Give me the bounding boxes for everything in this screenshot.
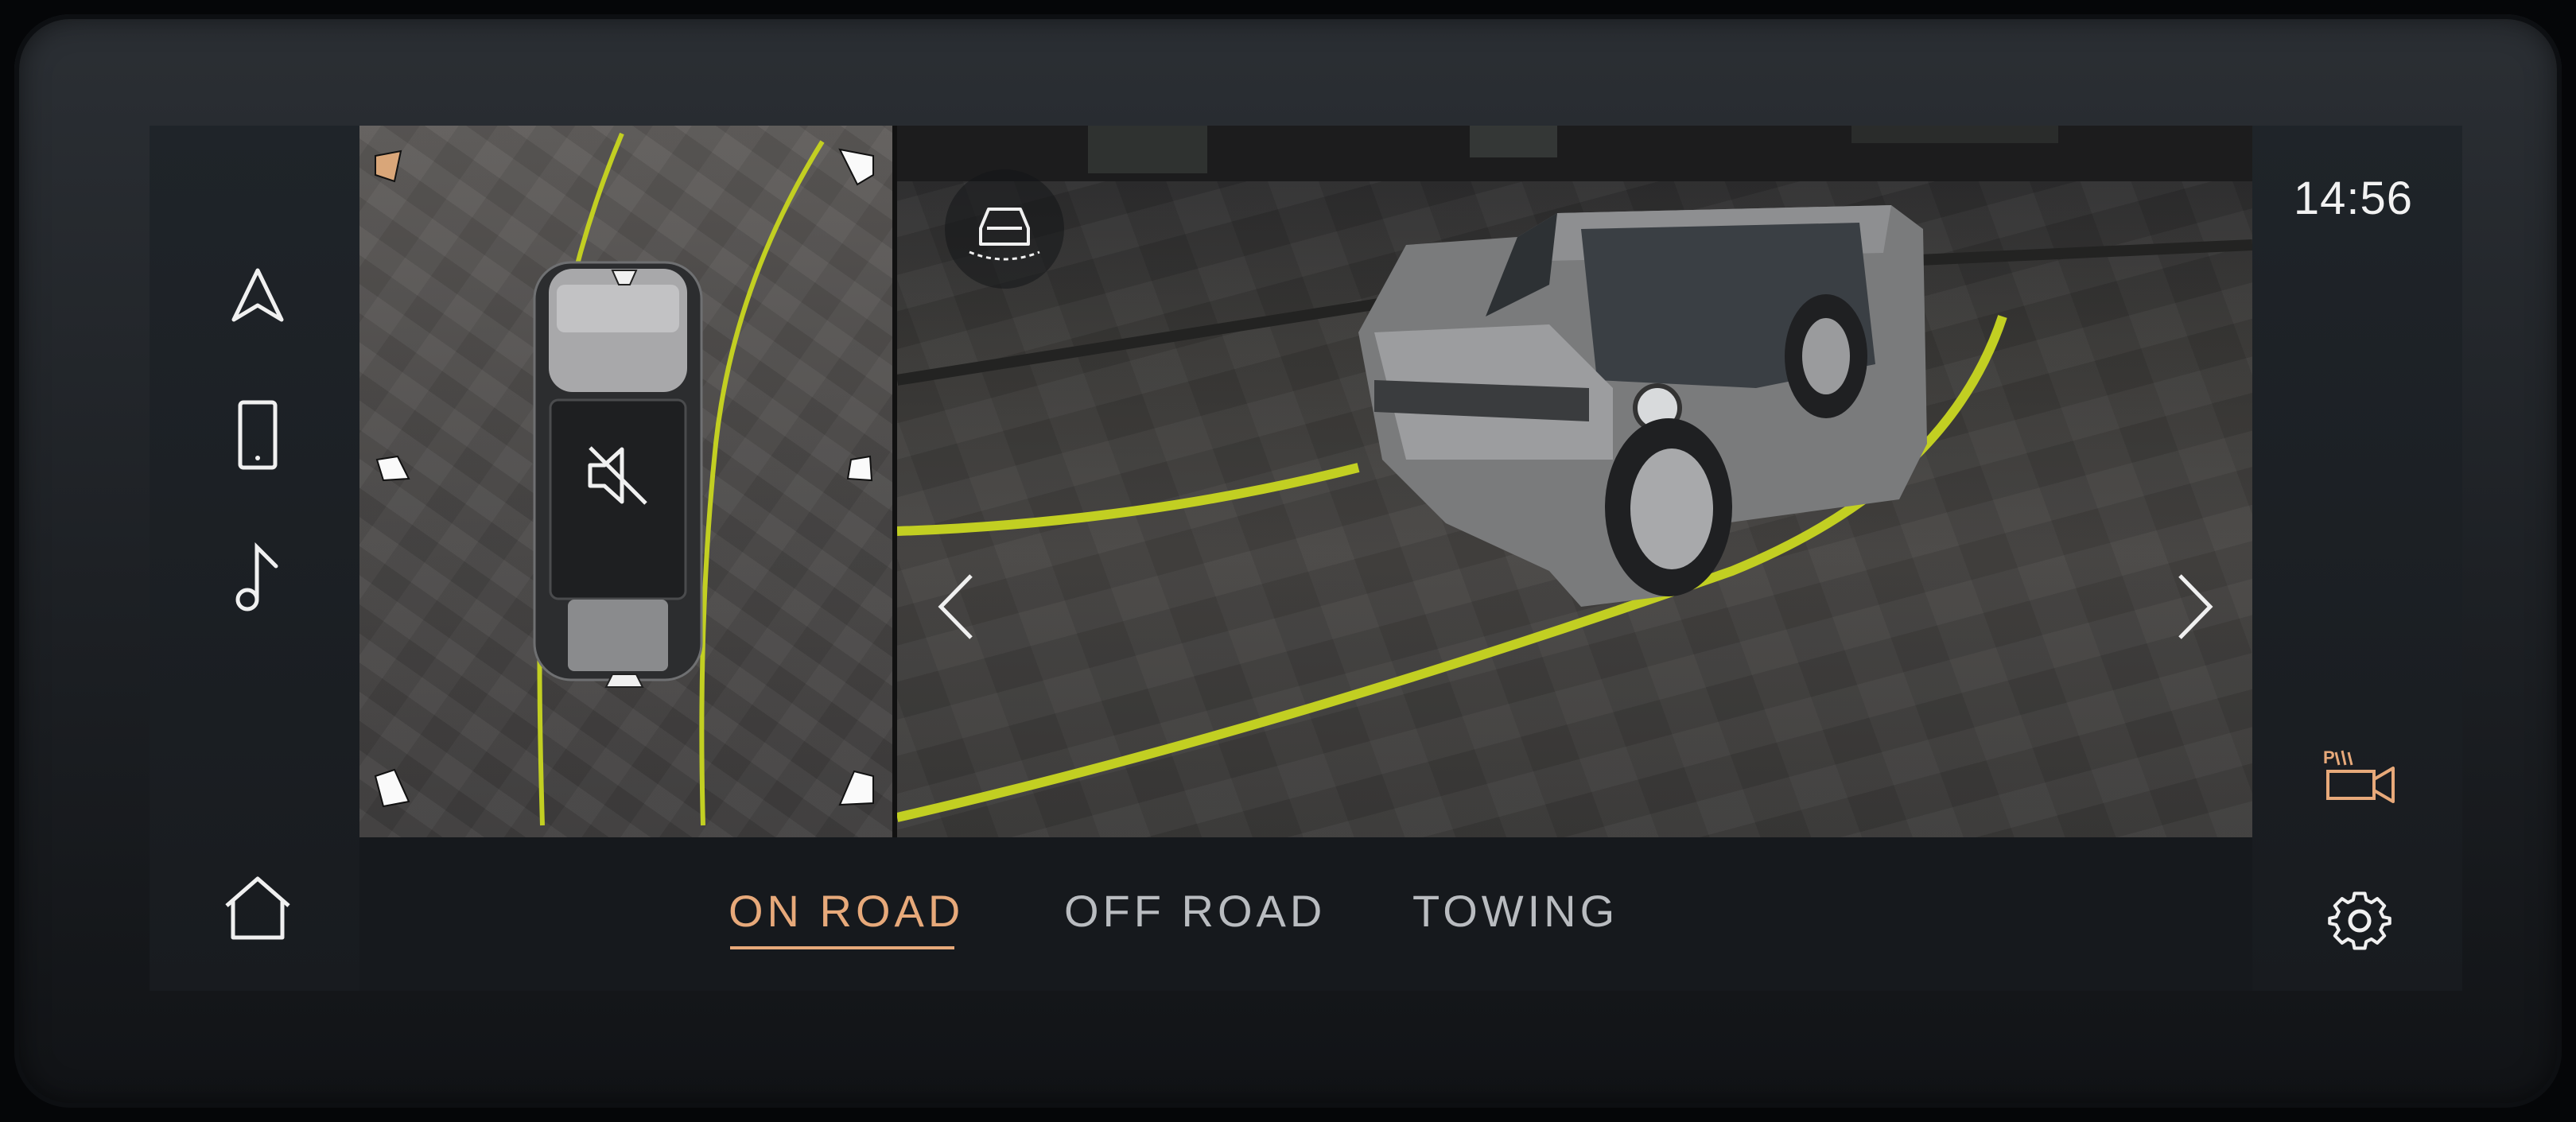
scene-overlay	[897, 126, 2252, 822]
settings-button[interactable]	[2308, 869, 2411, 973]
car-view-icon	[969, 208, 1040, 261]
previous-view-button[interactable]	[921, 555, 993, 658]
mute-sensor-button[interactable]	[574, 432, 662, 519]
active-tab-underline	[730, 946, 954, 949]
next-view-button[interactable]	[2158, 555, 2230, 658]
home-button[interactable]	[207, 857, 309, 959]
settings-gear-icon	[2328, 891, 2391, 950]
park-assist-button[interactable]: P	[2308, 730, 2411, 817]
tab-off-road[interactable]: OFF ROAD	[1064, 885, 1326, 937]
phone-icon	[238, 400, 278, 470]
navigation-button[interactable]	[207, 245, 309, 347]
left-nav-rail	[150, 126, 359, 991]
svg-text:P: P	[2323, 747, 2335, 767]
infotainment-screen: 14:56 P ON ROAD OFF ROAD TOWING	[150, 126, 2462, 991]
tab-on-road[interactable]: ON ROAD	[729, 885, 964, 937]
home-icon	[225, 876, 290, 940]
phone-button[interactable]	[207, 384, 309, 486]
music-note-icon	[235, 542, 278, 611]
top-down-camera-view[interactable]	[359, 126, 892, 837]
mute-speaker-icon	[588, 446, 647, 505]
3d-surround-camera-view[interactable]	[897, 126, 2252, 837]
tab-towing[interactable]: TOWING	[1412, 885, 1618, 937]
clock: 14:56	[2293, 173, 2413, 224]
view-select-button[interactable]	[945, 169, 1064, 289]
park-assist-camera-icon: P	[2323, 747, 2395, 803]
media-button[interactable]	[207, 527, 309, 629]
camera-mode-tab-bar: ON ROAD OFF ROAD TOWING	[359, 837, 2252, 991]
chevron-right-icon	[2178, 574, 2213, 639]
chevron-left-icon	[938, 574, 973, 639]
navigation-arrow-icon	[231, 268, 284, 322]
right-nav-rail: 14:56 P	[2252, 126, 2462, 991]
3d-vehicle	[1358, 205, 1927, 607]
